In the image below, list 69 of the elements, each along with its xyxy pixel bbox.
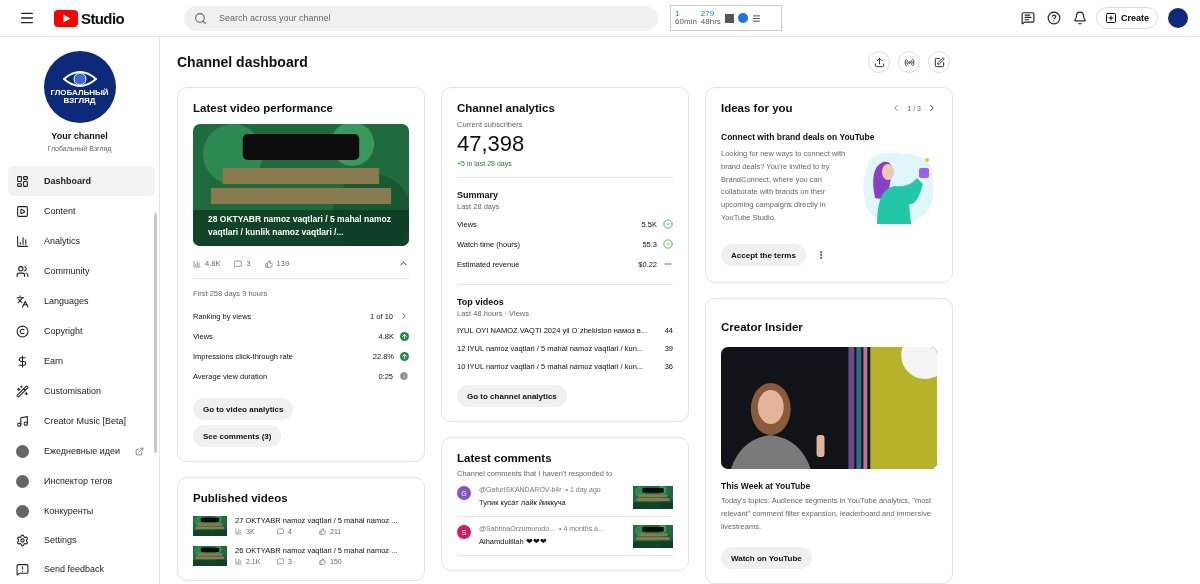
card-title: Latest video performance bbox=[193, 102, 334, 114]
sidebar-item[interactable]: Community bbox=[8, 256, 155, 286]
video-title: 28 OKTYABR namoz vaqtlari / 5 mahal namoz vaqtlari / kunlik namoz vaqtlari /... bbox=[208, 212, 392, 239]
search-icon bbox=[194, 11, 208, 25]
external-link-icon bbox=[135, 446, 145, 456]
sidebar-item[interactable]: Content bbox=[8, 196, 155, 226]
watch-button[interactable]: Watch on YouTube bbox=[721, 547, 812, 570]
video-analytics-button[interactable]: Go to video analytics bbox=[193, 398, 294, 420]
card-title: Ideas for you bbox=[721, 102, 794, 114]
card-title: Creator Insider bbox=[721, 321, 804, 333]
sidebar-item[interactable]: Send feedback bbox=[8, 554, 155, 584]
channel-analytics-button[interactable]: Go to channel analytics bbox=[457, 385, 567, 407]
live-icon[interactable] bbox=[898, 51, 920, 73]
sidebar-item[interactable]: Earn bbox=[8, 346, 155, 376]
comment-icon bbox=[277, 558, 284, 565]
comment-icon bbox=[234, 259, 243, 268]
sidebar-item[interactable]: Customisation bbox=[8, 376, 155, 406]
sidebar-item[interactable]: Ежедневные идеи bbox=[8, 436, 155, 466]
account-avatar[interactable] bbox=[1168, 8, 1188, 28]
like-icon bbox=[264, 259, 273, 268]
extension-icon bbox=[16, 504, 29, 518]
video-icon bbox=[16, 204, 29, 218]
people-icon bbox=[16, 264, 29, 278]
sidebar-item[interactable]: Инспектор тегов bbox=[8, 466, 155, 496]
extension-icon bbox=[737, 13, 748, 23]
edit-icon[interactable] bbox=[928, 51, 950, 73]
sidebar-item[interactable]: Конкуренты bbox=[8, 496, 155, 526]
feedback-icon bbox=[16, 562, 29, 576]
like-icon bbox=[319, 558, 326, 565]
video-title: This Week at YouTube bbox=[721, 481, 812, 491]
sidebar-item[interactable]: Copyright bbox=[8, 316, 155, 346]
sidebar-item[interactable]: Analytics bbox=[8, 226, 155, 256]
dollar-icon bbox=[16, 354, 29, 368]
play-logo-icon bbox=[54, 9, 78, 27]
page-title: Channel dashboard bbox=[177, 54, 309, 70]
card-title: Channel analytics bbox=[457, 102, 556, 114]
create-button[interactable]: Create bbox=[1096, 7, 1158, 29]
idea-heading: Connect with brand deals on YouTube bbox=[721, 132, 876, 142]
sidebar-item[interactable]: Dashboard bbox=[8, 166, 155, 196]
extension-icon bbox=[16, 474, 29, 488]
like-icon bbox=[319, 528, 326, 535]
comment-icon bbox=[277, 528, 284, 535]
extension-icon bbox=[16, 444, 29, 458]
card-title: Published videos bbox=[193, 492, 289, 504]
upload-icon[interactable] bbox=[868, 51, 890, 73]
accept-terms-button[interactable]: Accept the terms bbox=[721, 244, 806, 266]
channel-logo: ГЛОБАЛЬНЫЙ ВЗГЛЯД bbox=[43, 51, 116, 123]
sidebar-item[interactable]: Creator Music [Beta] bbox=[8, 406, 155, 436]
search-input[interactable]: Search across your channel bbox=[217, 12, 649, 24]
sidebar-item[interactable]: Languages bbox=[8, 286, 155, 316]
comments-button[interactable]: See comments (3) bbox=[193, 425, 282, 447]
sidebar-item[interactable]: Settings bbox=[8, 526, 155, 554]
channel-label: Your channel bbox=[50, 131, 109, 141]
subscriber-count: 47,398 bbox=[457, 131, 526, 157]
magic-wand-icon bbox=[16, 384, 29, 398]
section-title: Summary bbox=[457, 190, 500, 200]
card-title: Latest comments bbox=[457, 452, 553, 464]
next-icon[interactable] bbox=[927, 103, 937, 113]
stats-widget: 1 60min 279 48hrs bbox=[670, 5, 783, 31]
plus-icon bbox=[1105, 12, 1117, 24]
studio-logo: Studio bbox=[81, 9, 125, 27]
settings-icon bbox=[16, 533, 29, 547]
copyright-icon bbox=[16, 324, 29, 338]
music-icon bbox=[16, 414, 29, 428]
section-title: Top videos bbox=[457, 297, 505, 307]
menu-icon bbox=[751, 13, 761, 23]
languages-icon bbox=[16, 294, 29, 308]
search-field[interactable]: Search across your channel bbox=[184, 5, 659, 31]
dashboard-icon bbox=[16, 174, 29, 188]
